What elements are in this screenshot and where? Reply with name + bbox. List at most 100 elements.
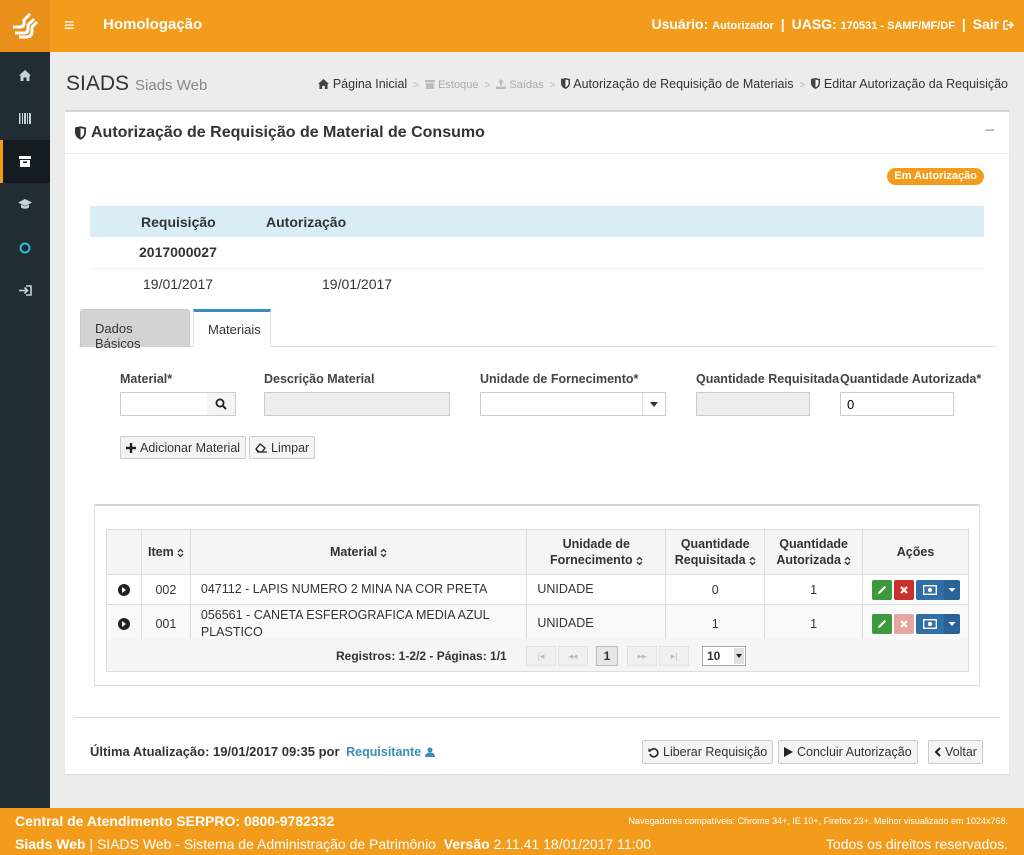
cell-item: 002 xyxy=(140,574,191,605)
sort-icon xyxy=(844,556,851,566)
page-number-button[interactable]: 1 xyxy=(596,646,618,666)
sort-icon xyxy=(177,548,184,558)
back-button[interactable]: Voltar xyxy=(928,740,983,764)
logout-link[interactable]: Sair xyxy=(973,16,1015,32)
more-actions-dropdown[interactable] xyxy=(944,613,961,634)
eraser-icon xyxy=(255,442,267,453)
more-actions-dropdown[interactable] xyxy=(944,579,961,600)
header-label: Fornecimento xyxy=(549,553,633,567)
sidebar-item-estoque[interactable] xyxy=(0,140,50,183)
close-icon xyxy=(900,619,908,628)
divider xyxy=(74,717,1000,718)
play-icon xyxy=(784,747,793,757)
breadcrumb-label: Autorização de Requisição de Materiais xyxy=(573,77,794,91)
inbox-icon xyxy=(19,156,31,167)
breadcrumb-editar: Editar Autorização da Requisição xyxy=(811,77,1008,91)
header-label: Unidade de xyxy=(562,537,630,551)
authorization-panel: Autorização de Requisição de Material de… xyxy=(65,110,1009,774)
cell-material: 056561 - CANETA ESFEROGRAFICA MEDIA AZUL… xyxy=(189,604,528,643)
unidade-select[interactable] xyxy=(480,392,666,416)
chevron-down-icon[interactable] xyxy=(642,393,664,415)
header-label: Item xyxy=(148,545,174,559)
add-material-button[interactable]: Adicionar Material xyxy=(120,436,247,459)
clear-button[interactable]: Limpar xyxy=(249,436,316,459)
expand-row-button[interactable] xyxy=(106,574,142,605)
tab-dados-basicos[interactable]: Dados Básicos xyxy=(80,309,190,351)
next-page-button: ▸▸ xyxy=(627,646,657,666)
sidebar-item-acesso[interactable] xyxy=(0,269,50,312)
release-requisition-button[interactable]: Liberar Requisição xyxy=(642,740,774,764)
descricao-field xyxy=(264,392,450,416)
breadcrumb-label: Editar Autorização da Requisição xyxy=(823,77,1008,91)
cell-qtd-autorizada: 1 xyxy=(764,574,864,605)
breadcrumb: Página Inicial > Estoque > Saídas > Auto… xyxy=(318,77,1008,91)
siads-logo[interactable] xyxy=(0,0,50,52)
unidade-label: Unidade de Fornecimento* xyxy=(480,372,639,386)
sort-header-qtd-autorizada[interactable]: Quantidade Autorizada xyxy=(764,529,864,575)
tab-materiais[interactable]: Materiais xyxy=(193,309,271,347)
last-update: Última Atualização: 19/01/2017 09:35 por… xyxy=(90,744,435,759)
breadcrumb-estoque: Estoque xyxy=(425,79,478,91)
last-update-user-link[interactable]: Requisitante xyxy=(346,745,435,759)
view-button[interactable] xyxy=(916,579,945,600)
breadcrumb-separator: > xyxy=(799,80,806,91)
first-page-button: |◂ xyxy=(526,646,556,666)
header-label: Requisitada xyxy=(674,553,746,567)
sort-header-material[interactable]: Material xyxy=(189,529,528,575)
edit-button[interactable] xyxy=(872,579,893,600)
tab-bar: Dados Básicos Materiais xyxy=(79,309,997,351)
edit-button[interactable] xyxy=(872,613,893,634)
sidebar-item-patrimonio[interactable] xyxy=(0,97,50,140)
header-acoes: Ações xyxy=(862,529,969,575)
sort-header-qtd-requisitada[interactable]: Quantidade Requisitada xyxy=(665,529,766,575)
breadcrumb-autorizacao[interactable]: Autorização de Requisição de Materiais xyxy=(561,77,794,91)
collapse-button[interactable]: − xyxy=(984,120,995,141)
info-date-row: 19/01/2017 19/01/2017 xyxy=(90,268,984,299)
qtd-autorizada-input[interactable] xyxy=(840,392,954,416)
status-badge: Em Autorização xyxy=(887,168,984,185)
last-update-user: Requisitante xyxy=(346,745,422,759)
breadcrumb-separator: > xyxy=(484,80,491,91)
sort-icon xyxy=(380,548,387,558)
menu-toggle-icon[interactable]: ≡ xyxy=(64,15,75,36)
app-info: Siads Web | SIADS Web - Sistema de Admin… xyxy=(15,836,651,852)
release-requisition-label: Liberar Requisição xyxy=(663,745,768,759)
sidebar-item-treinamento[interactable] xyxy=(0,183,50,226)
qtd-autorizada-label: Quantidade Autorizada* xyxy=(840,372,982,386)
material-search-button[interactable] xyxy=(207,392,236,416)
cell-unidade: UNIDADE xyxy=(526,604,667,643)
breadcrumb-home[interactable]: Página Inicial xyxy=(318,77,407,91)
sort-header-unidade[interactable]: Unidade de Fornecimento xyxy=(526,529,667,575)
view-button[interactable] xyxy=(916,613,945,634)
delete-button[interactable] xyxy=(894,579,915,600)
graduation-cap-icon xyxy=(18,199,32,209)
page-title-text: SIADS xyxy=(66,72,130,95)
logo-icon xyxy=(13,12,39,39)
version-label: Versão xyxy=(443,836,490,852)
breadcrumb-label: Estoque xyxy=(438,79,479,91)
compatible-browsers: Navegadores compatíveis: Chrome 34+, IE … xyxy=(628,816,1008,826)
app-name: Siads Web xyxy=(15,836,86,852)
delete-button-disabled xyxy=(894,613,915,634)
previous-page-button: ◂◂ xyxy=(558,646,588,666)
requisition-info-table: Requisição Autorização 2017000027 19/01/… xyxy=(90,206,984,299)
cell-qtd-autorizada: 1 xyxy=(764,604,864,643)
sort-header-item[interactable]: Item xyxy=(140,529,191,575)
cell-actions xyxy=(862,604,969,643)
material-input[interactable] xyxy=(120,392,208,416)
caret-down-icon xyxy=(948,587,956,592)
page-size-value: 10 xyxy=(707,649,721,663)
sidebar-item-status[interactable] xyxy=(0,226,50,269)
cell-item: 001 xyxy=(140,604,191,643)
expand-icon xyxy=(117,584,130,597)
col-requisicao: Requisição xyxy=(90,206,266,237)
table-row: 002 047112 - LAPIS NUMERO 2 MINA NA COR … xyxy=(106,574,969,605)
expand-row-button[interactable] xyxy=(106,604,142,643)
support-phone: Central de Atendimento SERPRO: 0800-9782… xyxy=(15,813,335,829)
sidebar-item-home[interactable] xyxy=(0,54,50,97)
conclude-authorization-button[interactable]: Concluir Autorização xyxy=(778,740,918,764)
pencil-icon xyxy=(878,585,887,594)
header-label: Material xyxy=(330,545,378,559)
home-icon xyxy=(318,79,330,89)
page-size-select[interactable]: 10 xyxy=(702,646,746,666)
